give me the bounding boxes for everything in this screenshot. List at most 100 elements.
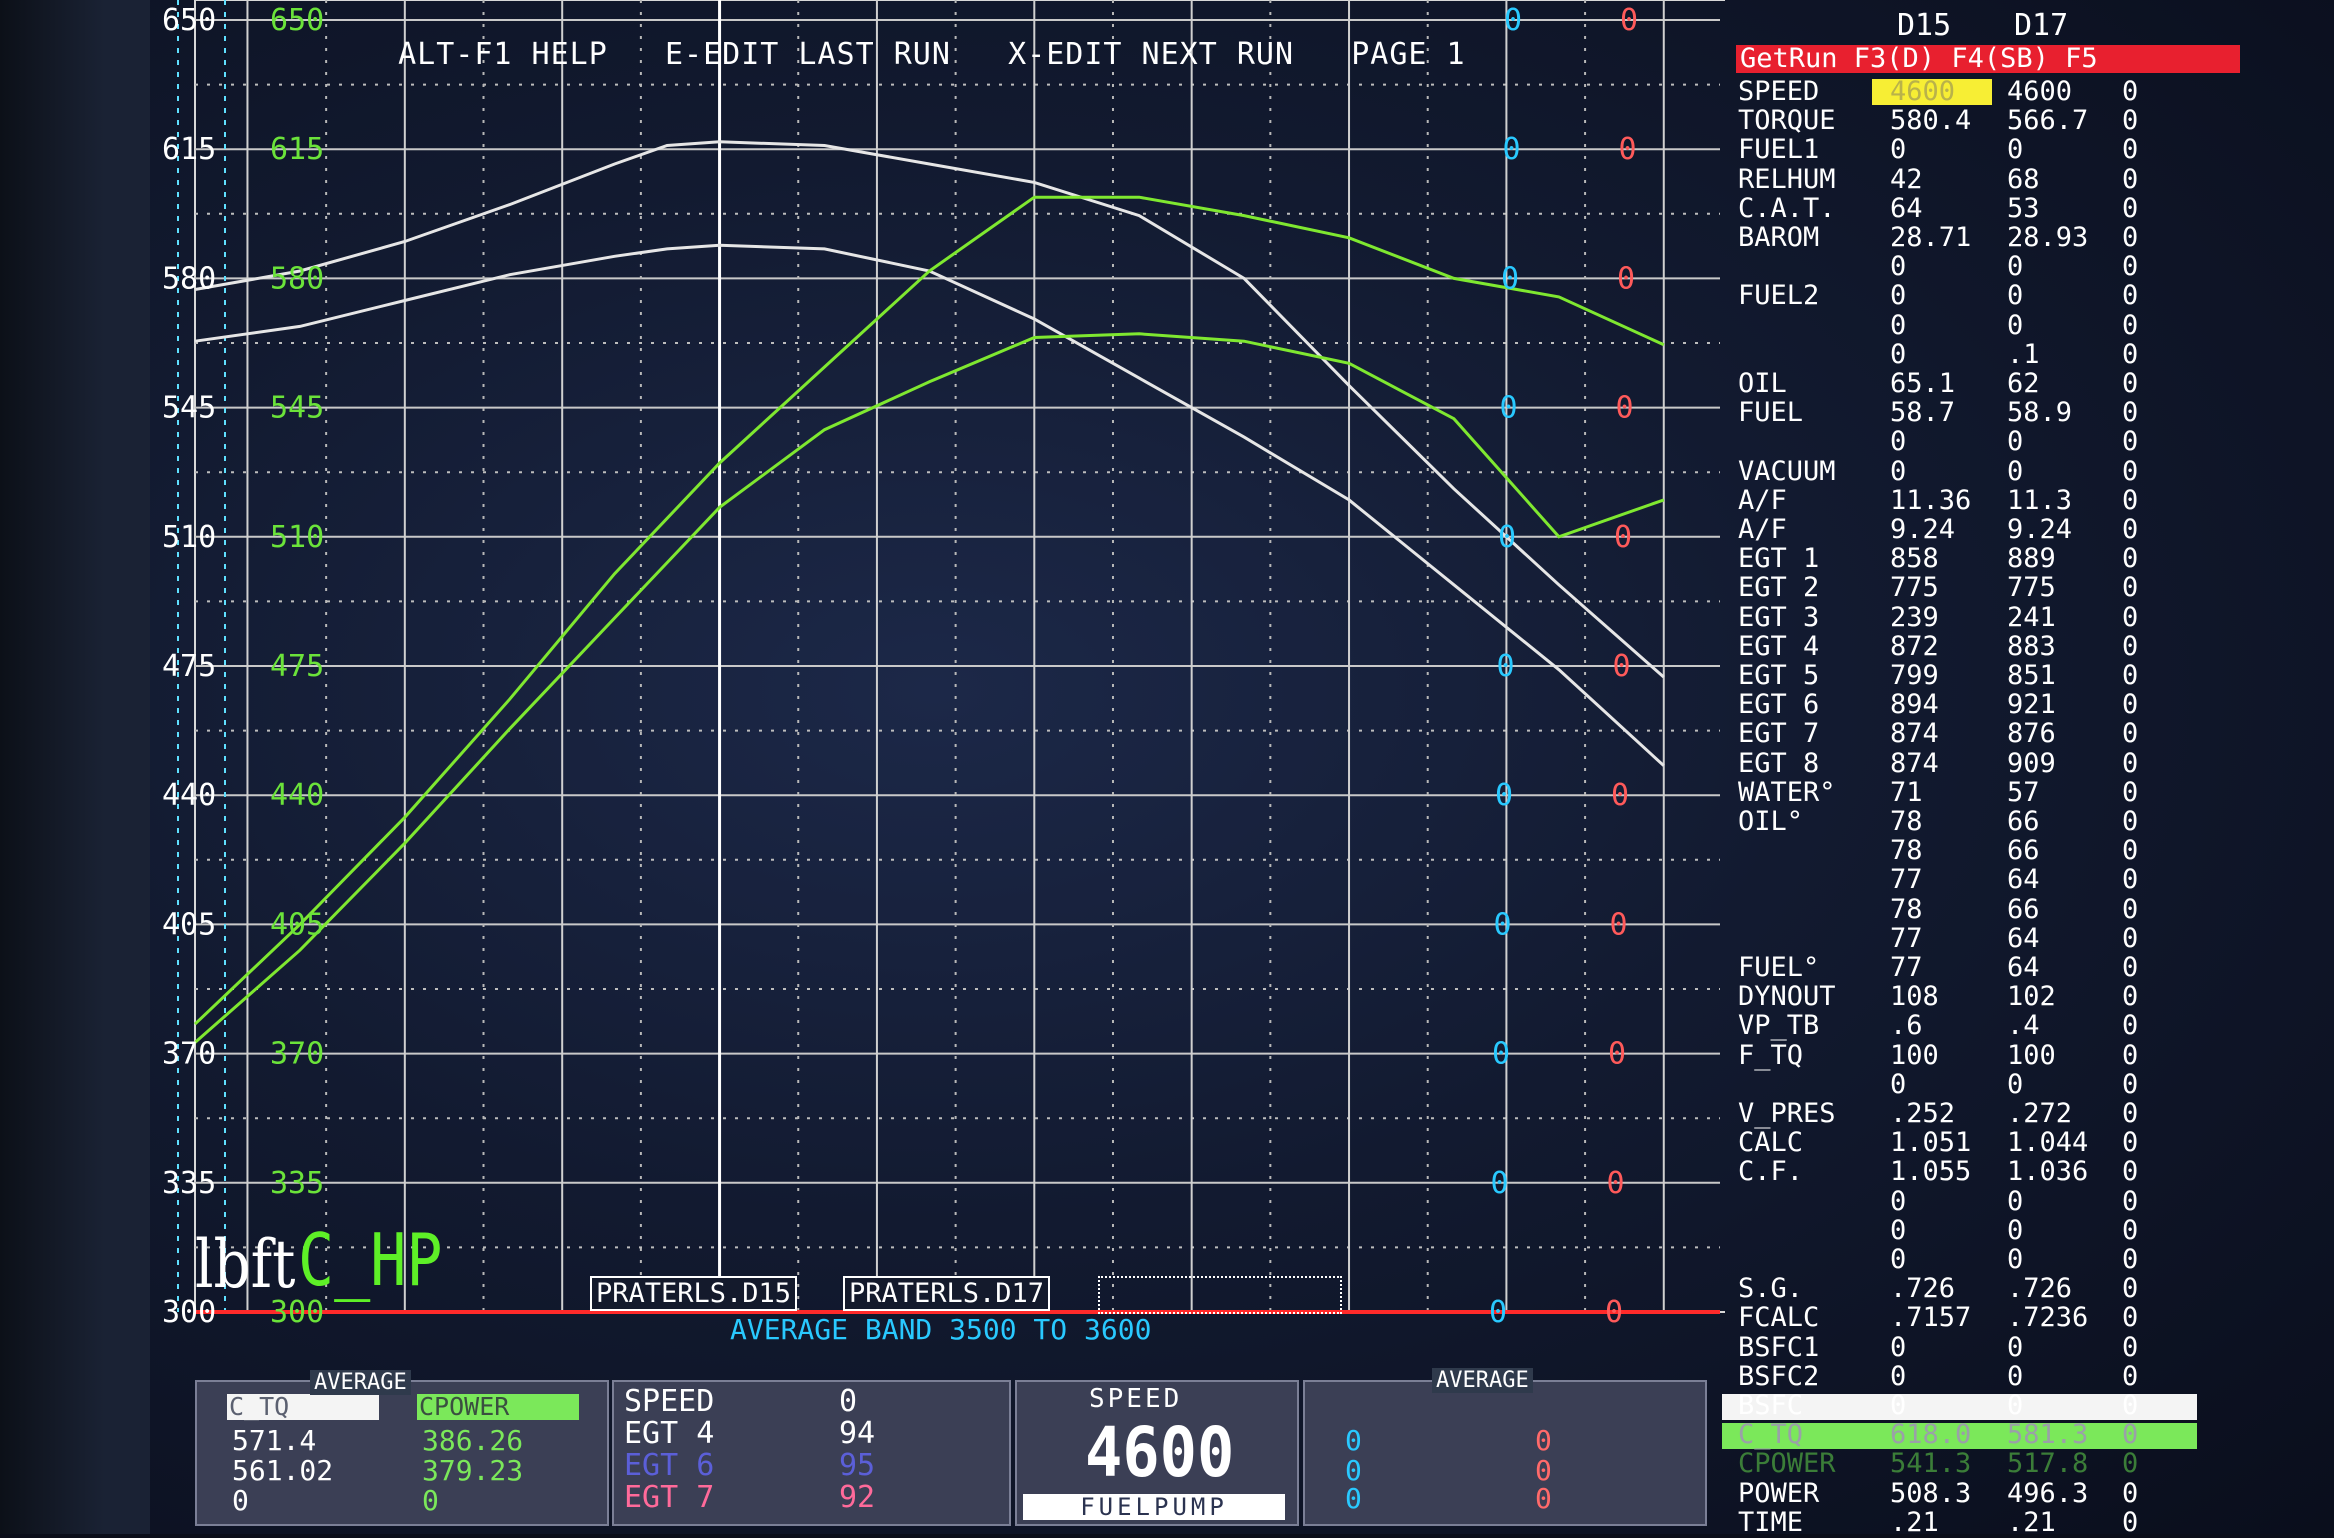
channel-readout-panel: D15 D17 GetRun F3(D) F4(SB) F5 SPEED 4600… (1722, 0, 2334, 1538)
channel-v1-49: .21 (1890, 1506, 1939, 1538)
live-speed-label: SPEED (624, 1384, 715, 1419)
channel-label-3: RELHUM (1738, 163, 1836, 195)
channel-v1-37: 1.055 (1890, 1156, 1972, 1188)
channel-v2-4: 53 (2007, 192, 2040, 224)
channel-v2-49: .21 (2007, 1506, 2056, 1538)
channel-v2-18: 241 (2007, 601, 2056, 633)
channel-v1-10: 65.1 (1890, 368, 1956, 399)
speed-gauge-title: SPEED (1089, 1384, 1183, 1414)
channel-v2-9: .1 (2007, 338, 2040, 370)
getrun-menu[interactable]: GetRun F3(D) F4(SB) F5 (1736, 45, 2240, 73)
help-key[interactable]: ALT-F1 HELP (398, 37, 608, 72)
channel-label-35: V_PRES (1738, 1098, 1836, 1129)
channel-v2-48: 496.3 (2007, 1477, 2089, 1509)
channel-v3-18: 0 (2122, 601, 2139, 633)
channel-v1-5: 28.71 (1890, 222, 1972, 253)
run-file-tab-d15[interactable]: PRATERLS.D15 (590, 1276, 798, 1311)
y-tick-label-green: 370 (270, 1037, 324, 1072)
channel-v2-27: 64 (2007, 864, 2040, 896)
average-band-label: AVERAGE BAND 3500 TO 3600 (730, 1313, 1152, 1346)
series-line-4 (194, 332, 1665, 1044)
series-line-3 (193, 195, 1665, 1026)
y-tick-label: 545 (162, 391, 216, 426)
y-tick-cyan: 0 (1504, 3, 1522, 38)
channel-label-31: DYNOUT (1738, 981, 1836, 1013)
channel-label-19: EGT 4 (1738, 630, 1820, 662)
y-tick-label: 335 (162, 1166, 216, 1201)
channel-v2-10: 62 (2007, 368, 2040, 399)
edit-last-run-key[interactable]: E-EDIT LAST RUN (665, 37, 951, 72)
live-egt7-value: 92 (839, 1480, 876, 1515)
right-avg-3a: 0 (1345, 1482, 1362, 1515)
channel-v3-29: 0 (2122, 922, 2139, 954)
y-tick-cyan: 0 (1500, 391, 1518, 426)
channel-v3-34: 0 (2122, 1068, 2139, 1100)
channel-v1-48: 508.3 (1890, 1477, 1972, 1509)
channel-v2-42: .7236 (2007, 1302, 2089, 1334)
channel-v1-33: 100 (1890, 1039, 1939, 1071)
channel-label-37: C.F. (1738, 1156, 1804, 1188)
channel-v3-11: 0 (2122, 397, 2139, 429)
series-line-1 (194, 140, 1665, 679)
avg-cpower-2: 379.23 (422, 1454, 524, 1487)
y-tick-red: 0 (1611, 778, 1629, 813)
live-egt4-value: 94 (839, 1416, 876, 1451)
channel-v1-36: 1.051 (1890, 1127, 1972, 1159)
y-tick-cyan: 0 (1503, 132, 1521, 167)
run-file-tab-d17[interactable]: PRATERLS.D17 (843, 1276, 1051, 1311)
channel-label-30: FUEL° (1738, 952, 1820, 983)
average-tag-left: AVERAGE (310, 1370, 411, 1395)
run-file-tab-empty[interactable] (1098, 1276, 1342, 1314)
channel-v1-0: 4600 (1890, 76, 1956, 107)
channel-v2-20: 851 (2007, 660, 2056, 691)
channel-label-47: CPOWER (1738, 1448, 1836, 1480)
avg-cpower-3: 0 (422, 1484, 439, 1517)
y-tick-label-green: 405 (270, 907, 324, 942)
channel-v2-14: 11.3 (2007, 484, 2073, 516)
avg-ctq-1: 571.4 (232, 1424, 317, 1457)
channel-v1-26: 78 (1890, 835, 1923, 867)
y-tick-red: 0 (1614, 520, 1632, 555)
channel-v1-32: .6 (1890, 1010, 1923, 1042)
channel-v2-5: 28.93 (2007, 222, 2089, 253)
channel-v1-22: 874 (1890, 718, 1939, 750)
channel-v3-47: 0 (2122, 1448, 2139, 1480)
y-tick-cyan: 0 (1489, 1295, 1507, 1330)
y-tick-cyan: 0 (1495, 778, 1513, 813)
channel-label-44: BSFC2 (1738, 1360, 1820, 1392)
torque-unit-tag: lbft (195, 1224, 296, 1304)
channel-v1-31: 108 (1890, 981, 1939, 1013)
channel-v2-30: 64 (2007, 952, 2040, 983)
channel-v1-35: .252 (1890, 1098, 1956, 1129)
channel-v3-40: 0 (2122, 1244, 2139, 1275)
channel-v1-6: 0 (1890, 251, 1907, 283)
channel-v3-43: 0 (2122, 1331, 2139, 1363)
edit-next-run-key[interactable]: X-EDIT NEXT RUN (1008, 37, 1294, 72)
y-tick-label: 615 (162, 132, 216, 167)
y-tick-cyan: 0 (1491, 1166, 1509, 1201)
y-tick-label-green: 615 (270, 132, 324, 167)
y-tick-red: 0 (1608, 1037, 1626, 1072)
y-tick-cyan: 0 (1497, 649, 1515, 684)
channel-v2-7: 0 (2007, 280, 2024, 312)
channel-label-32: VP_TB (1738, 1010, 1820, 1042)
channel-label-21: EGT 6 (1738, 689, 1820, 721)
channel-v1-11: 58.7 (1890, 397, 1956, 429)
channel-v3-3: 0 (2122, 163, 2139, 195)
channel-v2-19: 883 (2007, 630, 2056, 662)
channel-v1-27: 77 (1890, 864, 1923, 896)
y-tick-red: 0 (1607, 1166, 1625, 1201)
channel-v2-29: 64 (2007, 922, 2040, 954)
channel-v2-26: 66 (2007, 835, 2040, 867)
channel-v3-30: 0 (2122, 952, 2139, 983)
y-tick-red: 0 (1620, 3, 1638, 38)
channel-v3-14: 0 (2122, 484, 2139, 516)
channel-v1-13: 0 (1890, 455, 1907, 487)
channel-v2-40: 0 (2007, 1244, 2024, 1275)
channel-label-48: POWER (1738, 1477, 1820, 1509)
y-tick-label-green: 335 (270, 1166, 324, 1201)
channel-v3-21: 0 (2122, 689, 2139, 721)
channel-v2-17: 775 (2007, 572, 2056, 604)
channel-label-23: EGT 8 (1738, 747, 1820, 779)
channel-label-16: EGT 1 (1738, 543, 1820, 575)
